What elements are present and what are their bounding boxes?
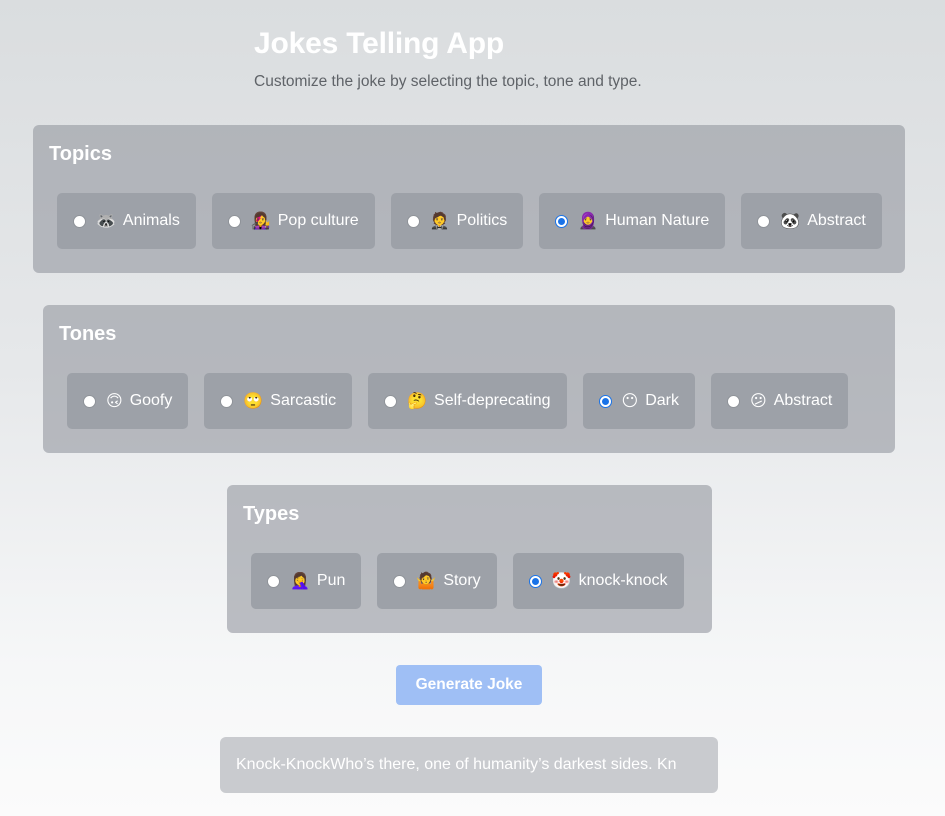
- joke-output: Knock-KnockWho’s there, one of humanity’…: [220, 737, 718, 793]
- clown-face-icon: 🤡: [551, 571, 572, 590]
- topics-title: Topics: [49, 143, 112, 165]
- types-options: 🤦‍♀️ Pun 🤷 Story 🤡 knock-knock: [251, 553, 684, 609]
- topic-label-politics: Politics: [456, 212, 508, 229]
- topic-label-animals: Animals: [122, 212, 180, 229]
- topic-option-human-nature[interactable]: 🧕 Human Nature: [539, 193, 726, 249]
- topic-label-human-nature: Human Nature: [605, 212, 710, 229]
- type-option-knock-knock[interactable]: 🤡 knock-knock: [512, 553, 684, 609]
- topics-options: 🦝 Animals 👩‍🎤 Pop culture 🤵 Politics 🧕 H…: [57, 193, 882, 249]
- topic-option-abstract[interactable]: 🐼 Abstract: [741, 193, 882, 249]
- type-option-story[interactable]: 🤷 Story: [377, 553, 497, 609]
- tone-option-abstract[interactable]: 😕 Abstract: [711, 373, 849, 429]
- no-mouth-face-icon: 😶: [621, 391, 639, 410]
- topic-option-animals[interactable]: 🦝 Animals: [57, 193, 196, 249]
- app-subtitle: Customize the joke by selecting the topi…: [254, 73, 642, 90]
- tone-option-dark[interactable]: 😶 Dark: [582, 373, 695, 429]
- tone-radio-sarcastic[interactable]: [220, 394, 234, 408]
- app-title: Jokes Telling App: [254, 27, 504, 60]
- topics-panel: Topics 🦝 Animals 👩‍🎤 Pop culture 🤵 Polit…: [33, 125, 905, 273]
- types-panel: Types 🤦‍♀️ Pun 🤷 Story 🤡 knock-knock: [227, 485, 712, 633]
- type-label-story: Story: [443, 572, 481, 589]
- tone-label-dark: Dark: [645, 392, 679, 409]
- type-radio-story[interactable]: [393, 574, 407, 588]
- header: Jokes Telling App Customize the joke by …: [254, 24, 642, 92]
- topic-radio-human-nature[interactable]: [555, 214, 569, 228]
- type-label-knock-knock: knock-knock: [578, 572, 668, 589]
- generate-joke-button[interactable]: Generate Joke: [396, 665, 542, 705]
- panda-icon: 🐼: [780, 211, 801, 230]
- facepalm-icon: 🤦‍♀️: [290, 571, 310, 590]
- topic-radio-abstract[interactable]: [757, 214, 771, 228]
- topic-radio-animals[interactable]: [73, 214, 86, 228]
- confused-face-icon: 😕: [750, 391, 767, 410]
- upside-down-face-icon: 🙃: [106, 391, 123, 410]
- eye-roll-face-icon: 🙄: [243, 391, 264, 410]
- type-label-pun: Pun: [316, 572, 346, 589]
- type-radio-knock-knock[interactable]: [528, 574, 542, 588]
- tone-radio-goofy[interactable]: [83, 394, 96, 408]
- tone-label-self-deprecating: Self-deprecating: [434, 392, 551, 409]
- tone-radio-dark[interactable]: [598, 394, 612, 408]
- topic-label-abstract: Abstract: [807, 212, 866, 229]
- topic-label-pop-culture: Pop culture: [277, 212, 359, 229]
- joke-text: Knock-KnockWho’s there, one of humanity’…: [236, 756, 677, 773]
- tone-radio-self-deprecating[interactable]: [384, 394, 398, 408]
- tone-label-sarcastic: Sarcastic: [270, 392, 337, 409]
- tone-label-abstract: Abstract: [773, 392, 833, 409]
- tone-radio-abstract[interactable]: [727, 394, 740, 408]
- tones-options: 🙃 Goofy 🙄 Sarcastic 🤔 Self-deprecating 😶…: [67, 373, 849, 429]
- type-radio-pun[interactable]: [267, 574, 280, 588]
- tone-label-goofy: Goofy: [129, 392, 173, 409]
- singer-icon: 👩‍🎤: [250, 211, 271, 230]
- topic-radio-politics[interactable]: [406, 214, 420, 228]
- topic-option-pop-culture[interactable]: 👩‍🎤 Pop culture: [211, 193, 375, 249]
- topic-option-politics[interactable]: 🤵 Politics: [390, 193, 524, 249]
- topic-radio-pop-culture[interactable]: [227, 214, 241, 228]
- tones-panel: Tones 🙃 Goofy 🙄 Sarcastic 🤔 Self-depreca…: [43, 305, 895, 453]
- types-title: Types: [243, 503, 300, 525]
- tones-title: Tones: [59, 323, 117, 345]
- thinking-face-icon: 🤔: [407, 391, 428, 410]
- person-headscarf-icon: 🧕: [578, 211, 599, 230]
- person-in-suit-icon: 🤵: [429, 211, 450, 230]
- tone-option-self-deprecating[interactable]: 🤔 Self-deprecating: [368, 373, 567, 429]
- tone-option-goofy[interactable]: 🙃 Goofy: [67, 373, 189, 429]
- type-option-pun[interactable]: 🤦‍♀️ Pun: [251, 553, 362, 609]
- raccoon-icon: 🦝: [96, 211, 116, 230]
- tone-option-sarcastic[interactable]: 🙄 Sarcastic: [204, 373, 353, 429]
- shrug-icon: 🤷: [416, 571, 437, 590]
